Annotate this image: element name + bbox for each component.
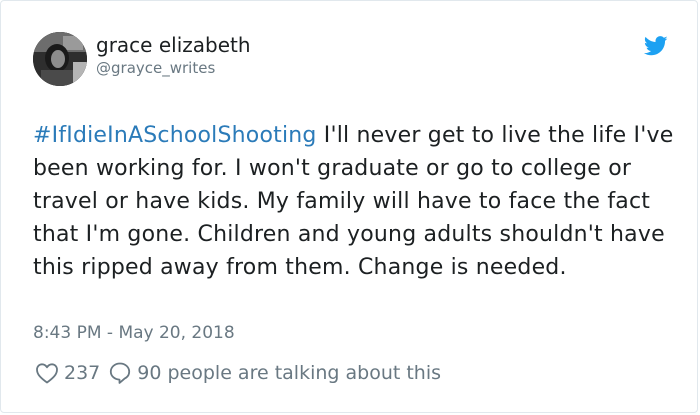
like-count: 237 bbox=[64, 362, 101, 384]
user-handle[interactable]: @grayce_writes bbox=[96, 59, 215, 77]
speech-bubble-icon bbox=[108, 361, 132, 385]
tweet-timestamp[interactable]: 8:43 PM - May 20, 2018 bbox=[33, 323, 235, 343]
like-button[interactable]: 237 bbox=[35, 362, 100, 384]
tweet-card: grace elizabeth @grayce_writes #IfIdieIn… bbox=[0, 0, 698, 413]
twitter-bird-icon[interactable] bbox=[643, 36, 668, 56]
heart-icon bbox=[35, 362, 59, 384]
tweet-actions: 237 90 people are talking about this bbox=[35, 360, 441, 386]
hashtag-link[interactable]: #IfIdieInASchoolShooting bbox=[33, 123, 317, 148]
avatar[interactable] bbox=[33, 32, 87, 86]
talking-link[interactable]: 90 people are talking about this bbox=[108, 361, 441, 385]
display-name[interactable]: grace elizabeth bbox=[96, 33, 251, 57]
talking-count-text: 90 people are talking about this bbox=[137, 362, 442, 384]
tweet-text: #IfIdieInASchoolShooting I'll never get … bbox=[33, 119, 683, 284]
avatar-image bbox=[33, 32, 87, 86]
